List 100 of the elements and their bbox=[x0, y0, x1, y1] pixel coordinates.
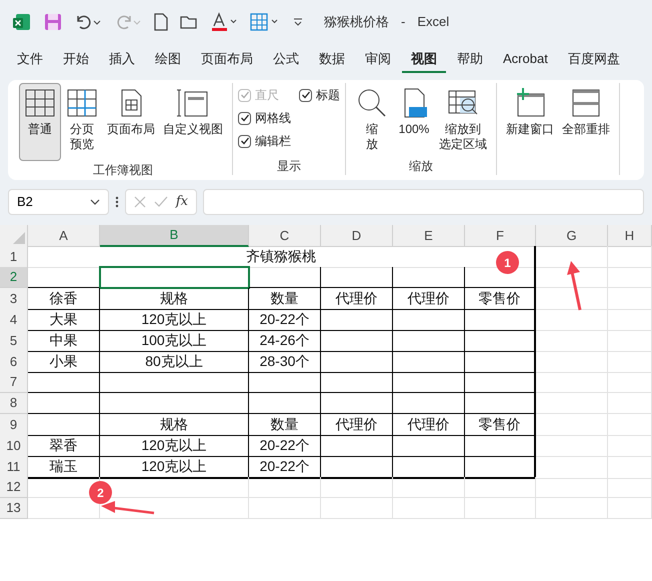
empty-cell bbox=[393, 372, 465, 393]
ribbon-button[interactable]: 全部重排 bbox=[558, 83, 614, 142]
ribbon-tab[interactable]: 文件 bbox=[8, 49, 52, 73]
empty-cell bbox=[465, 498, 536, 519]
ribbon-tab[interactable]: 帮助 bbox=[448, 49, 492, 73]
row-header[interactable]: 12 bbox=[0, 477, 28, 498]
font-color-icon[interactable] bbox=[210, 12, 238, 32]
arrow-icon bbox=[100, 500, 156, 516]
checkbox[interactable]: 编辑栏 bbox=[238, 133, 291, 149]
folder-icon[interactable] bbox=[180, 14, 198, 30]
row-header[interactable]: 4 bbox=[0, 309, 28, 331]
more-icon[interactable] bbox=[115, 196, 119, 208]
column-header[interactable]: E bbox=[393, 225, 465, 246]
ribbon-tab[interactable]: Acrobat bbox=[494, 49, 557, 73]
table-cell: 数量 bbox=[249, 288, 321, 310]
column-header[interactable]: D bbox=[321, 225, 393, 246]
empty-cell bbox=[608, 477, 652, 498]
ribbon-tab[interactable]: 开始 bbox=[54, 49, 98, 73]
empty-cell bbox=[536, 393, 608, 414]
table-cell: 零售价 bbox=[465, 414, 536, 436]
empty-cell bbox=[321, 435, 393, 457]
empty-cell bbox=[393, 477, 465, 498]
ribbon-button[interactable]: 缩放到 选定区域 bbox=[435, 83, 491, 157]
empty-cell bbox=[321, 330, 393, 352]
ribbon-tab[interactable]: 绘图 bbox=[146, 49, 190, 73]
table-cell: 80克以上 bbox=[100, 351, 249, 373]
ribbon-tab[interactable]: 审阅 bbox=[356, 49, 400, 73]
empty-cell bbox=[321, 309, 393, 331]
table-cell: 徐香 bbox=[28, 288, 100, 310]
checkmark-icon bbox=[240, 136, 250, 146]
ribbon-button[interactable]: 新建窗口 bbox=[502, 83, 558, 142]
empty-cell bbox=[608, 498, 652, 519]
save-icon[interactable] bbox=[44, 13, 62, 31]
name-box[interactable]: B2 bbox=[8, 189, 109, 215]
empty-cell bbox=[393, 351, 465, 373]
ribbon-tab[interactable]: 数据 bbox=[310, 49, 354, 73]
ribbon-tab[interactable]: 百度网盘 bbox=[558, 49, 629, 73]
function-button[interactable]: fx bbox=[176, 192, 188, 212]
ribbon-tab[interactable]: 插入 bbox=[100, 49, 144, 73]
table-cell: 数量 bbox=[249, 414, 321, 436]
empty-cell bbox=[393, 456, 465, 479]
window-title: 猕猴桃价格 - Excel bbox=[324, 13, 450, 32]
table-borders-icon[interactable] bbox=[250, 12, 280, 32]
custom-view-icon bbox=[176, 88, 210, 118]
empty-cell bbox=[249, 393, 321, 414]
row-header[interactable]: 2 bbox=[0, 267, 28, 288]
checkmark-icon bbox=[240, 113, 250, 123]
row-header[interactable]: 6 bbox=[0, 351, 28, 373]
empty-cell bbox=[321, 393, 393, 414]
formula-input[interactable] bbox=[203, 189, 644, 215]
table-cell: 代理价 bbox=[393, 414, 465, 436]
table-cell: 规格 bbox=[100, 414, 249, 436]
row-header[interactable]: 5 bbox=[0, 330, 28, 352]
row-header[interactable]: 8 bbox=[0, 393, 28, 414]
ribbon-tab[interactable]: 公式 bbox=[264, 49, 308, 73]
empty-cell bbox=[536, 456, 608, 479]
ribbon-button[interactable]: 分页 预览 bbox=[61, 83, 103, 157]
row-header[interactable]: 1 bbox=[0, 246, 28, 268]
checkbox[interactable]: 标题 bbox=[299, 87, 340, 103]
table-cell: 大果 bbox=[28, 309, 100, 331]
empty-cell bbox=[465, 309, 536, 331]
ribbon-tab[interactable]: 页面布局 bbox=[192, 49, 262, 73]
empty-cell bbox=[465, 435, 536, 457]
empty-cell bbox=[536, 435, 608, 457]
empty-cell bbox=[608, 288, 652, 310]
table-cell: 20-22个 bbox=[249, 456, 321, 479]
ribbon-button[interactable]: 100% bbox=[393, 83, 435, 142]
row-header[interactable]: 10 bbox=[0, 435, 28, 457]
ribbon-button[interactable]: 自定义视图 bbox=[159, 83, 227, 142]
table-cell: 100克以上 bbox=[100, 330, 249, 352]
ribbon-button[interactable]: 普通 bbox=[19, 83, 61, 161]
empty-cell bbox=[608, 414, 652, 436]
column-header[interactable]: H bbox=[608, 225, 652, 246]
column-header[interactable]: B bbox=[100, 225, 249, 246]
empty-cell bbox=[465, 372, 536, 393]
grid-icon bbox=[23, 88, 57, 118]
row-header[interactable]: 3 bbox=[0, 288, 28, 310]
table-cell: 120克以上 bbox=[100, 435, 249, 457]
row-header[interactable]: 9 bbox=[0, 414, 28, 436]
column-header[interactable]: C bbox=[249, 225, 321, 246]
checkmark-icon bbox=[300, 90, 310, 100]
row-header[interactable]: 11 bbox=[0, 456, 28, 479]
empty-cell bbox=[465, 351, 536, 373]
cancel-icon[interactable] bbox=[134, 196, 146, 208]
row-header[interactable]: 7 bbox=[0, 372, 28, 393]
new-document-icon[interactable] bbox=[154, 13, 168, 31]
table-cell: 翠香 bbox=[28, 435, 100, 457]
column-header[interactable]: G bbox=[536, 225, 608, 246]
column-header[interactable]: F bbox=[465, 225, 536, 246]
ribbon-tab[interactable]: 视图 bbox=[402, 49, 446, 73]
ribbon-button[interactable]: 页面布局 bbox=[103, 83, 159, 142]
empty-cell bbox=[536, 477, 608, 498]
ribbon-button[interactable]: 缩 放 bbox=[351, 83, 393, 157]
checkbox[interactable]: 网格线 bbox=[238, 110, 291, 126]
empty-cell bbox=[321, 351, 393, 373]
column-header[interactable]: A bbox=[28, 225, 100, 246]
empty-cell bbox=[608, 246, 652, 268]
customize-toolbar-icon[interactable] bbox=[292, 16, 304, 28]
check-icon[interactable] bbox=[154, 196, 168, 208]
row-header[interactable]: 13 bbox=[0, 498, 28, 519]
